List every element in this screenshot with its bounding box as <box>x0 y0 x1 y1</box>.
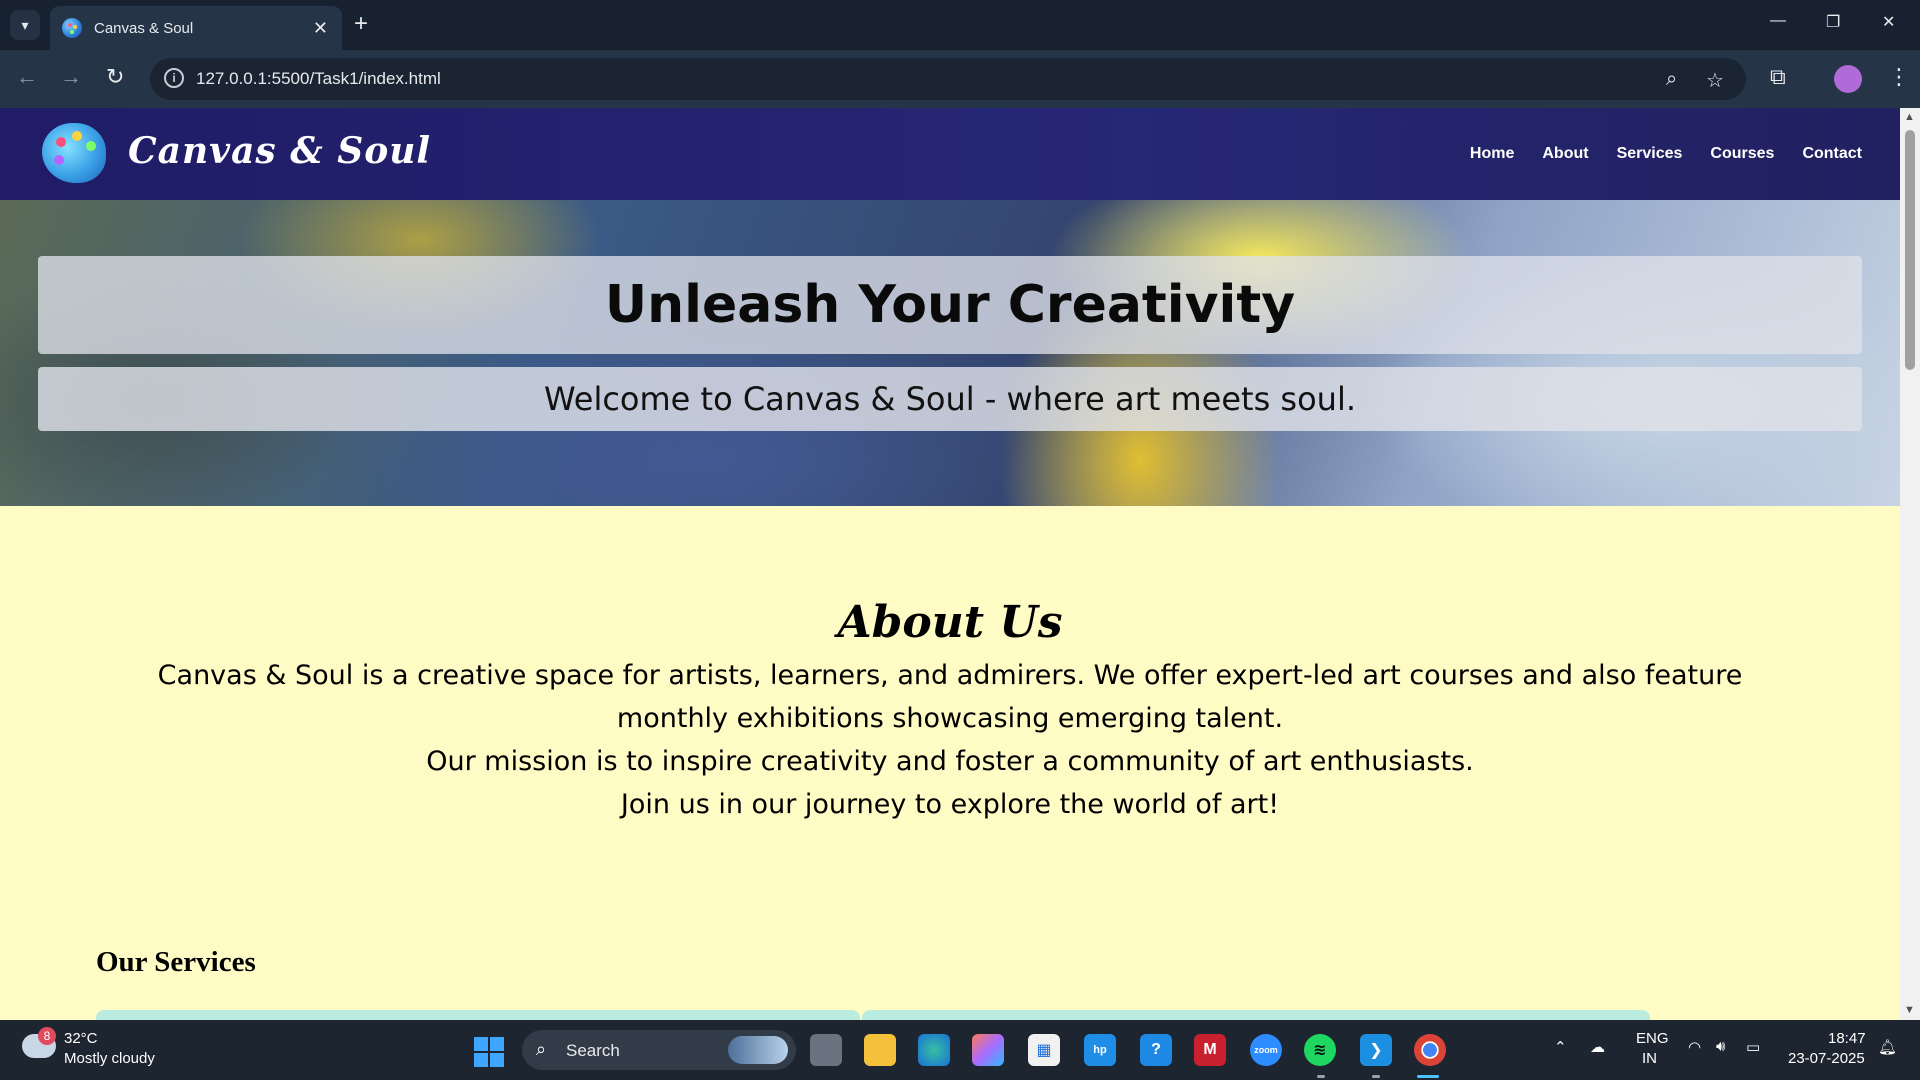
volume-icon[interactable]: 🔊︎ <box>1716 1038 1725 1055</box>
page-viewport: Canvas & Soul Home About Services Course… <box>0 108 1900 1020</box>
microsoft-store-icon[interactable]: ▦ <box>1028 1034 1060 1066</box>
nav-link-services[interactable]: Services <box>1617 145 1683 163</box>
zoom-app-icon[interactable]: zoom <box>1250 1034 1282 1066</box>
weather-badge: 8 <box>38 1027 56 1045</box>
reload-icon[interactable]: ↻ <box>106 64 124 90</box>
clock-date[interactable]: 23-07-2025 <box>1788 1050 1865 1067</box>
search-highlight-image <box>728 1036 788 1064</box>
edge-icon[interactable] <box>918 1034 950 1066</box>
scroll-down-icon[interactable]: ▼ <box>1904 1004 1915 1016</box>
close-icon[interactable]: ✕ <box>313 18 328 39</box>
help-icon[interactable]: ? <box>1140 1034 1172 1066</box>
site-header: Canvas & Soul Home About Services Course… <box>0 108 1900 200</box>
running-indicator <box>1372 1075 1380 1078</box>
services-heading: Our Services <box>96 946 256 979</box>
forward-arrow-icon[interactable]: → <box>60 64 82 90</box>
tab-list-button[interactable]: ▾ <box>10 10 40 40</box>
browser-tab-strip: ▾ Canvas & Soul ✕ + — ❐ ✕ <box>0 0 1920 50</box>
info-icon[interactable]: i <box>164 68 184 88</box>
about-line: Our mission is to inspire creativity and… <box>426 746 1474 777</box>
language-top[interactable]: ENG <box>1636 1030 1669 1047</box>
spotify-icon[interactable]: ≋ <box>1304 1034 1336 1066</box>
about-heading: About Us <box>837 596 1063 648</box>
puzzle-icon[interactable]: ⧉ <box>1770 64 1786 90</box>
restore-icon: ❐ <box>1826 14 1841 31</box>
nav-link-home[interactable]: Home <box>1470 145 1514 163</box>
chevron-down-icon: ▾ <box>21 16 29 33</box>
hero-subtitle-box: Welcome to Canvas & Soul - where art mee… <box>38 367 1862 431</box>
vscode-icon[interactable]: ❯ <box>1360 1034 1392 1066</box>
close-window-button[interactable]: ✕ <box>1882 12 1895 32</box>
file-explorer-icon[interactable] <box>864 1034 896 1066</box>
clock-time[interactable]: 18:47 <box>1828 1030 1866 1047</box>
palette-logo-icon[interactable] <box>42 123 106 183</box>
copilot-icon[interactable] <box>972 1034 1004 1066</box>
wifi-icon[interactable]: ◠ <box>1688 1038 1701 1056</box>
restore-button[interactable]: ❐ <box>1826 12 1840 32</box>
hero-title: Unleash Your Creativity <box>604 275 1296 335</box>
kebab-menu-icon[interactable]: ⋮ <box>1888 64 1910 90</box>
paint-dot <box>54 155 64 165</box>
about-text: Canvas & Soul is a creative space for ar… <box>130 654 1770 826</box>
onedrive-icon[interactable]: ☁ <box>1590 1038 1605 1056</box>
close-icon: ✕ <box>1882 14 1896 31</box>
language-bottom[interactable]: IN <box>1642 1050 1657 1067</box>
scroll-up-icon[interactable]: ▲ <box>1904 111 1915 123</box>
url-text[interactable]: 127.0.0.1:5500/Task1/index.html <box>196 69 441 89</box>
service-card[interactable] <box>96 1010 860 1020</box>
palette-favicon-icon <box>62 18 82 38</box>
windows-taskbar: 8 32°C Mostly cloudy ⌕ Search ▦ hp ? M z… <box>0 1020 1920 1080</box>
taskbar-search[interactable]: ⌕ Search <box>522 1030 796 1070</box>
myhp-icon[interactable]: hp <box>1084 1034 1116 1066</box>
brand-name[interactable]: Canvas & Soul <box>128 130 431 172</box>
hero-subtitle: Welcome to Canvas & Soul - where art mee… <box>543 380 1356 418</box>
search-label: Search <box>566 1041 620 1060</box>
zoom-icon[interactable]: ⌕ <box>1666 68 1677 91</box>
about-line: Canvas & Soul is a creative space for ar… <box>157 660 1743 734</box>
notification-bell-icon[interactable]: 🔔︎ <box>1878 1038 1897 1056</box>
back-arrow-icon[interactable]: ← <box>16 64 38 90</box>
paint-dot <box>72 131 82 141</box>
service-card[interactable] <box>862 1010 1650 1020</box>
hero-banner: Unleash Your Creativity Welcome to Canva… <box>0 200 1900 506</box>
browser-toolbar: ← → ↻ i 127.0.0.1:5500/Task1/index.html … <box>0 50 1920 108</box>
address-bar[interactable]: i 127.0.0.1:5500/Task1/index.html ⌕ ☆ <box>150 58 1746 100</box>
nav-link-about[interactable]: About <box>1542 145 1588 163</box>
mcafee-icon[interactable]: M <box>1194 1034 1226 1066</box>
page-scrollbar[interactable]: ▲ ▼ <box>1900 108 1920 1020</box>
weather-description[interactable]: Mostly cloudy <box>64 1050 155 1067</box>
scrollbar-thumb[interactable] <box>1905 130 1915 370</box>
profile-avatar[interactable] <box>1834 65 1862 93</box>
star-icon[interactable]: ☆ <box>1706 68 1724 93</box>
main-nav: Home About Services Courses Contact <box>1470 145 1862 163</box>
battery-icon[interactable]: ▭ <box>1746 1038 1760 1056</box>
about-line: Join us in our journey to explore the wo… <box>620 789 1280 820</box>
active-app-indicator <box>1417 1075 1439 1078</box>
weather-temperature[interactable]: 32°C <box>64 1030 98 1047</box>
task-view-icon[interactable] <box>810 1034 842 1066</box>
minimize-icon: — <box>1770 12 1786 29</box>
plus-icon: + <box>354 10 369 37</box>
search-icon: ⌕ <box>536 1039 547 1059</box>
new-tab-button[interactable]: + <box>354 12 368 36</box>
browser-tab[interactable]: Canvas & Soul ✕ <box>50 6 342 50</box>
running-indicator <box>1317 1075 1325 1078</box>
hero-title-box: Unleash Your Creativity <box>38 256 1862 354</box>
nav-link-contact[interactable]: Contact <box>1802 145 1862 163</box>
windows-start-icon[interactable] <box>474 1037 504 1067</box>
paint-dot <box>56 137 66 147</box>
chevron-up-icon[interactable]: ⌃ <box>1554 1038 1567 1056</box>
tab-title: Canvas & Soul <box>94 19 194 37</box>
minimize-button[interactable]: — <box>1770 12 1786 30</box>
nav-link-courses[interactable]: Courses <box>1710 145 1774 163</box>
chrome-icon[interactable] <box>1414 1034 1446 1066</box>
paint-dot <box>86 141 96 151</box>
